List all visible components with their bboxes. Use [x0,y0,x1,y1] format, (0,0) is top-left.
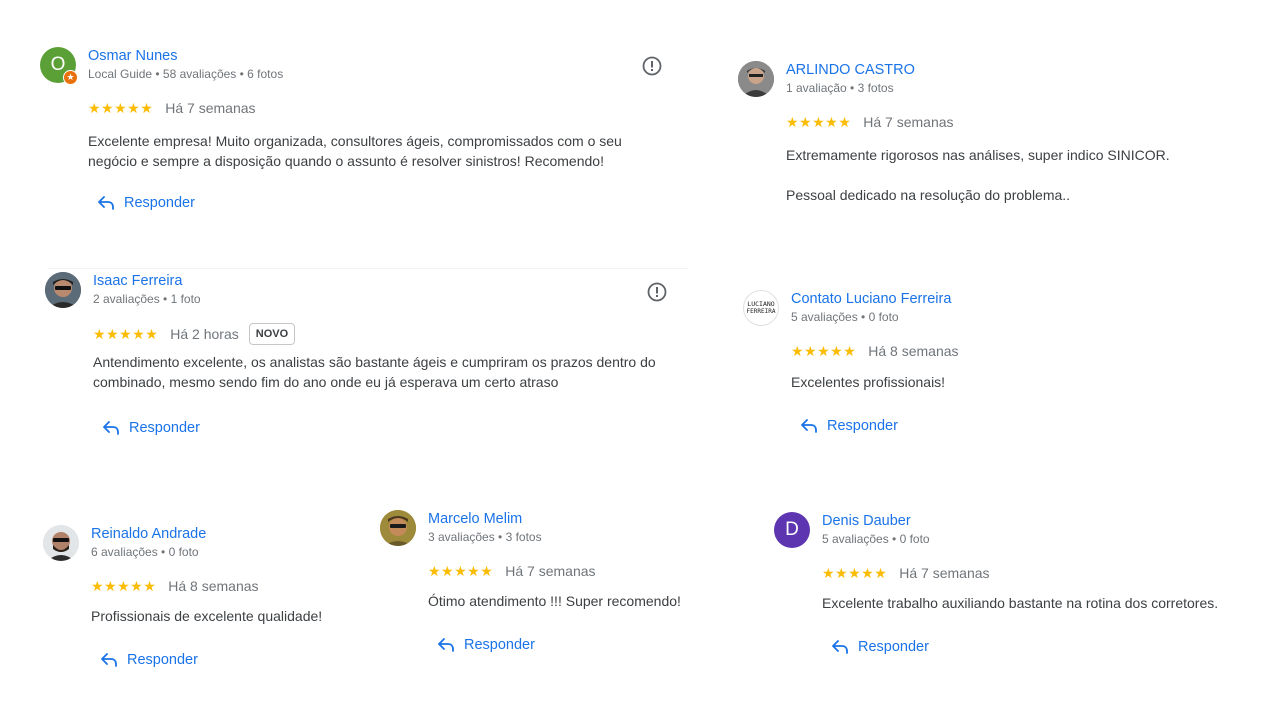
star-rating: ★★★★★ [93,326,159,342]
review-paragraph: Profissionais de excelente qualidade! [91,608,323,624]
reviewer-name[interactable]: Denis Dauber [822,512,911,530]
star-rating: ★★★★★ [91,578,157,594]
divider [48,268,688,269]
rating-row: ★★★★★ Há 2 horas NOVO [93,323,296,345]
rating-row: ★★★★★ Há 8 semanas [791,343,959,359]
report-flag-icon[interactable] [642,56,662,76]
review-time: Há 7 semanas [505,563,596,579]
review-paragraph: Excelente empresa! Muito organizada, con… [88,133,622,169]
reply-icon [103,421,119,435]
avatar[interactable]: D [774,512,810,548]
reply-button[interactable]: Responder [801,418,898,434]
new-badge: NOVO [248,323,296,345]
reply-icon [438,638,454,652]
review-time: Há 2 horas [170,326,239,342]
reviewer-name[interactable]: Reinaldo Andrade [91,525,206,543]
review-time: Há 8 semanas [868,343,959,359]
review-paragraph: Extremamente rigorosos nas análises, sup… [786,147,1170,163]
review-paragraph: Antendimento excelente, os analistas são… [93,354,656,390]
review-card: Marcelo Melim 3 avaliações • 3 fotos ★★★… [380,510,720,670]
reply-button[interactable]: Responder [438,637,535,653]
reviewer-meta: Local Guide • 58 avaliações • 6 fotos [88,67,284,81]
review-paragraph: Excelente trabalho auxiliando bastante n… [822,595,1219,611]
reply-button[interactable]: Responder [103,420,200,436]
reviewer-name[interactable]: Osmar Nunes [88,47,177,65]
reply-button[interactable]: Responder [101,652,198,668]
review-text: Profissionais de excelente qualidade! [91,606,371,626]
review-card: O ★ Osmar Nunes Local Guide • 58 avaliaç… [40,47,680,227]
reply-icon [98,196,114,210]
star-rating: ★★★★★ [786,114,852,130]
star-rating: ★★★★★ [822,565,888,581]
reply-icon [832,640,848,654]
avatar[interactable]: O ★ [40,47,78,85]
review-text: Ótimo atendimento !!! Super recomendo! [428,591,728,611]
reviewer-meta: 6 avaliações • 0 foto [91,545,199,559]
review-card: D Denis Dauber 5 avaliações • 0 foto ★★★… [774,512,1254,672]
reply-button[interactable]: Responder [832,639,929,655]
reviewer-meta: 3 avaliações • 3 fotos [428,530,542,544]
person-photo-icon[interactable] [43,525,79,561]
review-time: Há 7 semanas [165,100,256,116]
reply-button[interactable]: Responder [98,195,195,211]
review-text: Extremamente rigorosos nas análises, sup… [786,145,1256,205]
reviewer-name[interactable]: ARLINDO CASTRO [786,61,915,79]
person-photo-icon[interactable] [45,272,81,308]
star-rating: ★★★★★ [88,100,154,116]
rating-row: ★★★★★ Há 7 semanas [786,114,954,130]
review-text: Excelente trabalho auxiliando bastante n… [822,593,1262,613]
review-paragraph: Pessoal dedicado na resolução do problem… [786,187,1071,203]
review-card: LUCIANO FERREIRA Contato Luciano Ferreir… [743,290,1263,440]
reply-icon [801,419,817,433]
reviewer-meta: 2 avaliações • 1 foto [93,292,201,306]
star-rating: ★★★★★ [791,343,857,359]
review-card: Reinaldo Andrade 6 avaliações • 0 foto ★… [43,525,363,685]
reply-label: Responder [129,420,200,436]
rating-row: ★★★★★ Há 7 semanas [822,565,990,581]
review-paragraph: Ótimo atendimento !!! Super recomendo! [428,593,681,609]
person-photo-icon[interactable] [380,510,416,546]
reply-label: Responder [127,652,198,668]
reviewer-meta: 5 avaliações • 0 foto [822,532,930,546]
review-text: Excelente empresa! Muito organizada, con… [88,131,668,171]
review-text: Excelentes profissionais! [791,372,1261,392]
review-paragraph: Excelentes profissionais! [791,374,946,390]
reply-label: Responder [858,639,929,655]
reply-icon [101,653,117,667]
review-time: Há 7 semanas [899,565,990,581]
rating-row: ★★★★★ Há 8 semanas [91,578,259,594]
reply-label: Responder [464,637,535,653]
reply-label: Responder [124,195,195,211]
review-time: Há 7 semanas [863,114,954,130]
review-text: Antendimento excelente, os analistas são… [93,352,683,392]
rating-row: ★★★★★ Há 7 semanas [428,563,596,579]
reviewer-name[interactable]: Isaac Ferreira [93,272,182,290]
reviewer-name[interactable]: Contato Luciano Ferreira [791,290,951,308]
report-flag-icon[interactable] [647,282,667,302]
luciano-logo-icon[interactable]: LUCIANO FERREIRA [743,290,779,326]
reviewer-name[interactable]: Marcelo Melim [428,510,522,528]
rating-row: ★★★★★ Há 7 semanas [88,100,256,116]
review-card: Isaac Ferreira 2 avaliações • 1 foto ★★★… [45,272,685,452]
person-photo-icon[interactable] [738,61,774,97]
review-card: ARLINDO CASTRO 1 avaliação • 3 fotos ★★★… [738,61,1258,211]
review-time: Há 8 semanas [168,578,259,594]
reply-label: Responder [827,418,898,434]
local-guide-star-icon: ★ [63,70,78,85]
reviewer-meta: 1 avaliação • 3 fotos [786,81,894,95]
reviewer-meta: 5 avaliações • 0 foto [791,310,899,324]
star-rating: ★★★★★ [428,563,494,579]
